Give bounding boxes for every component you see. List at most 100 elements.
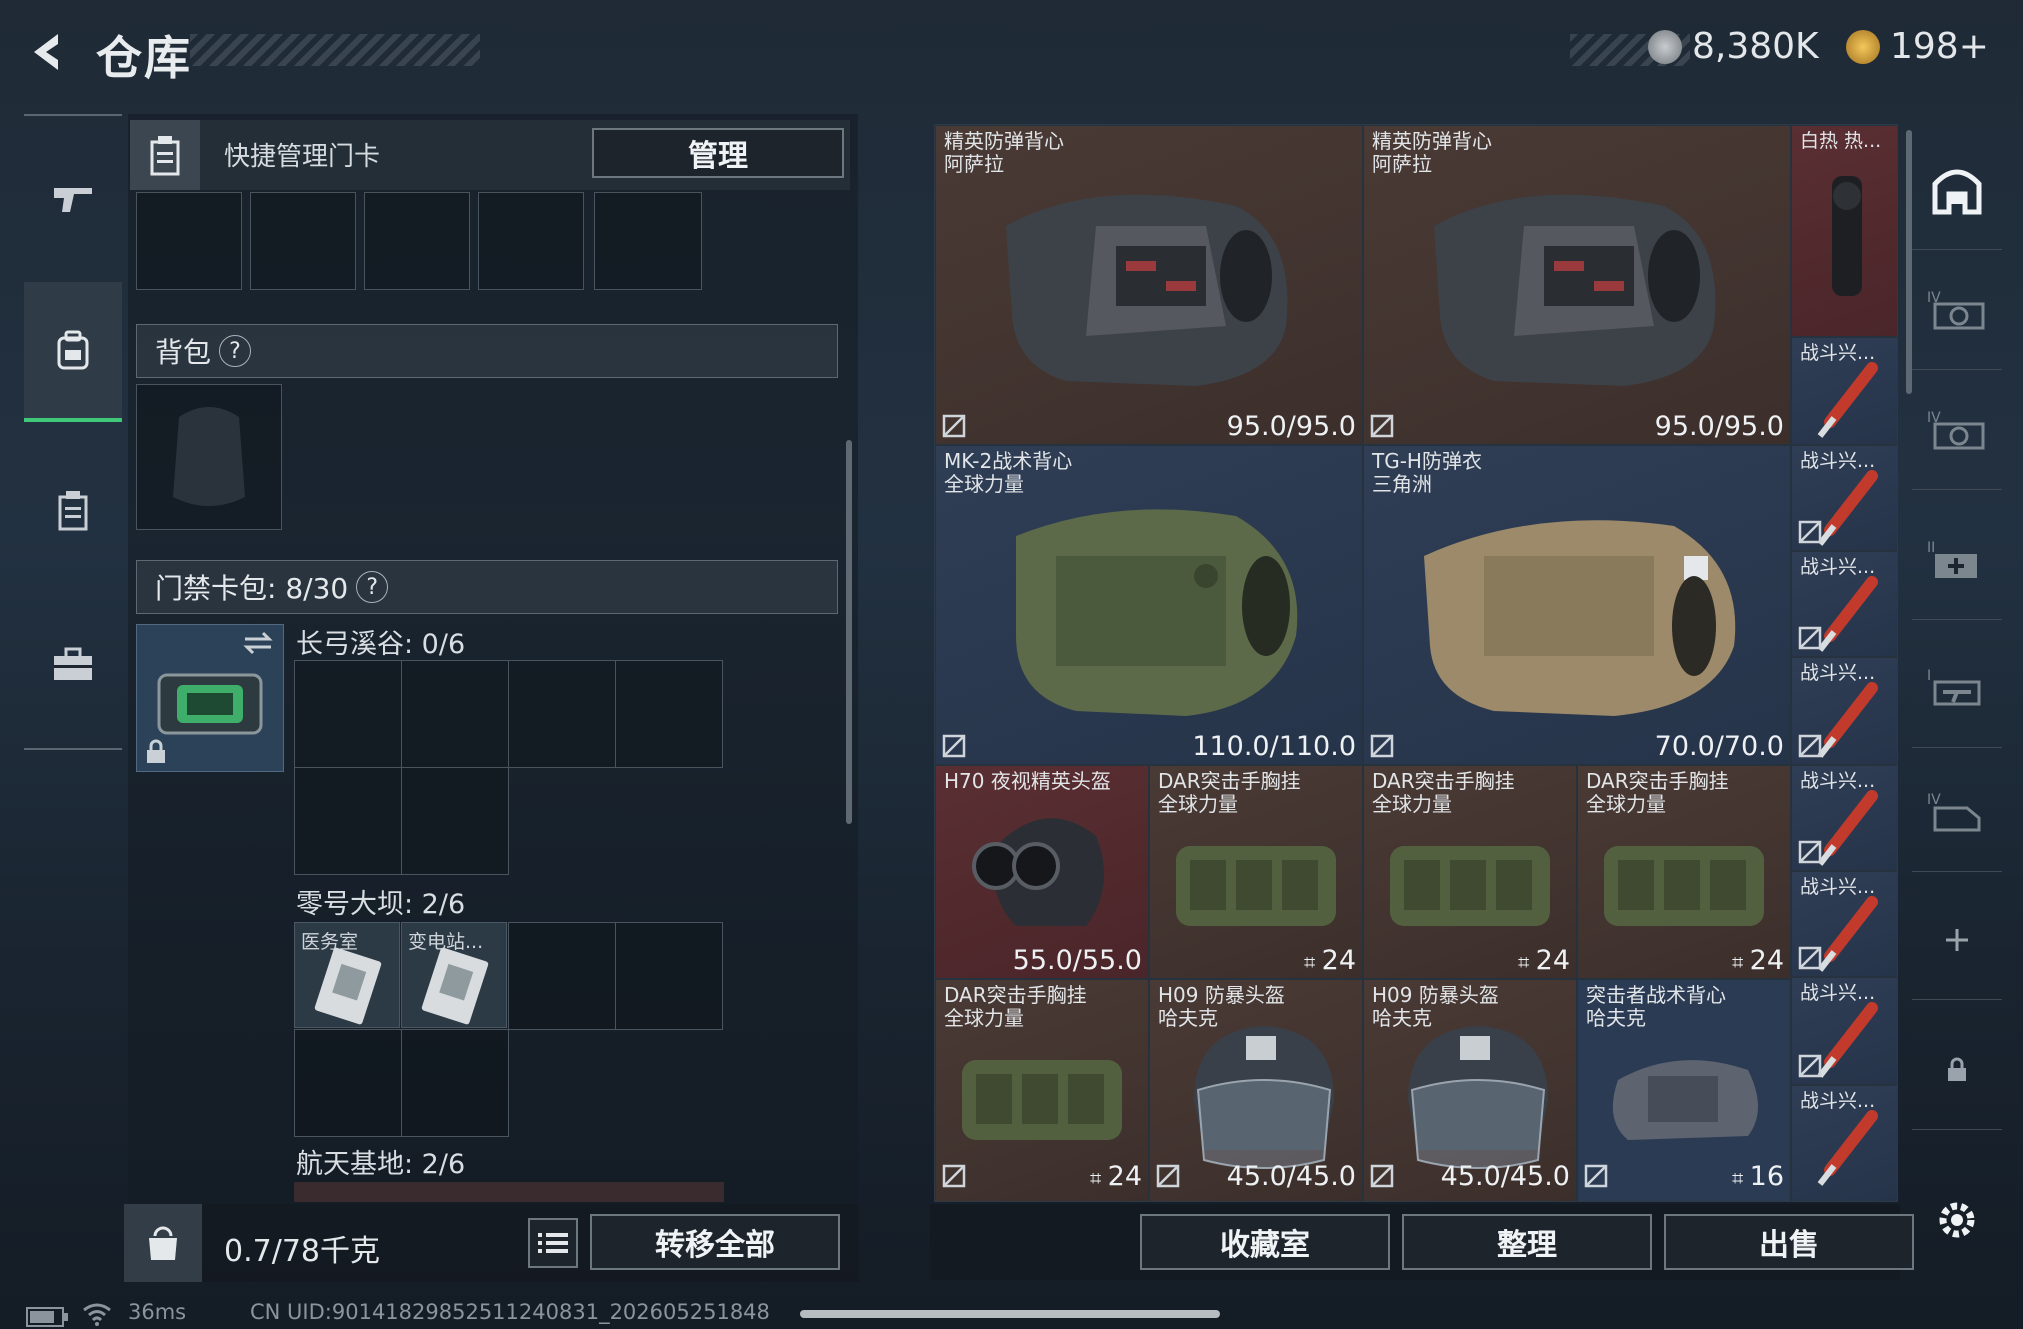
- keycard-slot[interactable]: [615, 922, 723, 1030]
- item-name: DAR突击手胸挂 全球力量: [1158, 769, 1301, 816]
- keycard-slot[interactable]: [615, 660, 723, 768]
- ping-text: 36ms: [128, 1300, 187, 1324]
- item-dar-rig[interactable]: DAR突击手胸挂 全球力量 ⌗ 24: [1149, 765, 1363, 979]
- item-h09-helmet[interactable]: H09 防暴头盔 哈夫克 45.0/45.0: [1149, 979, 1363, 1201]
- list-view-button[interactable]: [528, 1218, 578, 1268]
- item-name: DAR突击手胸挂 全球力量: [944, 983, 1087, 1030]
- item-elite-vest[interactable]: 精英防弹背心 阿萨拉 95.0/95.0: [1363, 125, 1791, 445]
- item-dar-rig[interactable]: DAR突击手胸挂 全球力量 ⌗ 24: [935, 979, 1149, 1201]
- item-flare[interactable]: 战斗兴...: [1791, 657, 1897, 765]
- filter-all-storage[interactable]: [1912, 130, 2002, 250]
- flare-image: [1817, 362, 1878, 438]
- nvg-helmet-image: [972, 818, 1104, 926]
- swap-icon[interactable]: [243, 631, 273, 655]
- keycard-slot[interactable]: [508, 660, 616, 768]
- item-name: 战斗兴...: [1800, 556, 1876, 578]
- manage-button[interactable]: 管理: [592, 128, 844, 178]
- item-flare[interactable]: 战斗兴...: [1791, 337, 1897, 445]
- keycard-pack-item[interactable]: [136, 624, 284, 772]
- keycard-medical[interactable]: 医务室: [294, 922, 400, 1028]
- item-name: H09 防暴头盔 哈夫克: [1158, 983, 1285, 1030]
- filter-category-medical[interactable]: II: [1912, 500, 2002, 620]
- back-arrow-icon[interactable]: [26, 30, 70, 74]
- item-name: 白热 热...: [1800, 130, 1882, 152]
- coin-icon: [1648, 29, 1682, 64]
- filter-category-ammo[interactable]: IV: [1912, 752, 2002, 872]
- keycard-slot[interactable]: [294, 660, 402, 768]
- body-armor-image: [1424, 520, 1736, 716]
- item-h09-helmet[interactable]: H09 防暴头盔 哈夫克 45.0/45.0: [1363, 979, 1577, 1201]
- help-icon[interactable]: ?: [356, 571, 389, 603]
- item-h70-helmet[interactable]: H70 夜视精英头盔 55.0/55.0: [935, 765, 1149, 979]
- flare-image: [1817, 896, 1878, 972]
- item-mk2-vest[interactable]: MK-2战术背心 全球力量 110.0/110.0: [935, 445, 1363, 765]
- settings-button[interactable]: [1912, 1160, 2002, 1280]
- nav-backpack[interactable]: [24, 282, 122, 422]
- item-flare[interactable]: 战斗兴...: [1791, 1085, 1897, 1201]
- backpack-slot[interactable]: [136, 384, 282, 530]
- quick-slot[interactable]: [594, 192, 702, 290]
- quick-slot[interactable]: [136, 192, 242, 290]
- help-icon[interactable]: ?: [219, 335, 252, 367]
- keycard-slot[interactable]: [508, 922, 616, 1030]
- capacity-value: 16: [1749, 1161, 1784, 1192]
- left-scrollbar[interactable]: [846, 440, 852, 824]
- item-assault-vest[interactable]: 突击者战术背心 哈夫克 ⌗ 16: [1577, 979, 1791, 1201]
- capacity-value: 24: [1107, 1161, 1142, 1192]
- wifi-icon: [83, 1303, 111, 1326]
- item-flare[interactable]: 战斗兴...: [1791, 871, 1897, 977]
- no-insure-icon: [1370, 1164, 1394, 1188]
- item-tgh-armor[interactable]: TG-H防弹衣 三角洲 70.0/70.0: [1363, 445, 1791, 765]
- collection-room-button[interactable]: 收藏室: [1140, 1214, 1390, 1270]
- item-flare[interactable]: 战斗兴...: [1791, 765, 1897, 871]
- storage-vault-icon: [1932, 169, 1982, 214]
- no-insure-icon: [942, 414, 966, 438]
- quick-slot[interactable]: [250, 192, 356, 290]
- chest-rig-image: [1176, 846, 1336, 926]
- item-dar-rig[interactable]: DAR突击手胸挂 全球力量 ⌗ 24: [1363, 765, 1577, 979]
- item-thermal-scope[interactable]: 白热 热...: [1791, 125, 1897, 337]
- capacity: ⌗ 24: [1518, 945, 1570, 976]
- keycard-slot[interactable]: [401, 1029, 509, 1137]
- item-name: 战斗兴...: [1800, 770, 1876, 792]
- add-storage-button[interactable]: [1912, 880, 2002, 1000]
- item-elite-vest[interactable]: 精英防弹背心 阿萨拉 95.0/95.0: [935, 125, 1363, 445]
- quick-slot[interactable]: [364, 192, 470, 290]
- home-indicator[interactable]: [800, 1310, 1220, 1318]
- item-name: MK-2战术背心 全球力量: [944, 449, 1073, 496]
- lock-icon: [1948, 1057, 1966, 1081]
- capacity: ⌗ 24: [1732, 945, 1784, 976]
- filter-category-gear[interactable]: IV: [1912, 370, 2002, 490]
- sort-button[interactable]: 整理: [1402, 1214, 1652, 1270]
- filter-category-gear[interactable]: IV: [1912, 250, 2002, 370]
- flare-image: [1817, 470, 1878, 546]
- keycard-row-partial: [294, 1182, 724, 1202]
- flare-image: [1817, 682, 1878, 758]
- durability: 45.0/45.0: [1440, 1161, 1570, 1192]
- keycard-slot[interactable]: [401, 767, 509, 875]
- item-name: 战斗兴...: [1800, 982, 1876, 1004]
- item-dar-rig[interactable]: DAR突击手胸挂 全球力量 ⌗ 24: [1577, 765, 1791, 979]
- nav-weapon[interactable]: [24, 128, 122, 268]
- no-insure-icon: [1798, 1054, 1822, 1078]
- keycard-slot[interactable]: [294, 1029, 402, 1137]
- item-name: 突击者战术背心 哈夫克: [1586, 983, 1726, 1030]
- durability: 95.0/95.0: [1226, 411, 1356, 442]
- no-insure-icon: [1156, 1164, 1180, 1188]
- item-flare[interactable]: 战斗兴...: [1791, 551, 1897, 657]
- keycard-slot[interactable]: [401, 660, 509, 768]
- filter-category-weapon[interactable]: I: [1912, 628, 2002, 748]
- svg-text:I: I: [1927, 668, 1931, 684]
- currency-tokens[interactable]: 198+: [1846, 26, 1989, 67]
- lock-storage-button[interactable]: [1912, 1010, 2002, 1130]
- sell-button[interactable]: 出售: [1664, 1214, 1914, 1270]
- token-icon: [1846, 29, 1880, 64]
- nav-keycard[interactable]: [24, 440, 122, 580]
- transfer-all-button[interactable]: 转移全部: [590, 1214, 840, 1270]
- item-flare[interactable]: 战斗兴...: [1791, 445, 1897, 551]
- keycard-slot[interactable]: [294, 767, 402, 875]
- quick-slot[interactable]: [478, 192, 584, 290]
- item-flare[interactable]: 战斗兴...: [1791, 977, 1897, 1085]
- keycard-substation[interactable]: 变电站...: [401, 922, 507, 1028]
- nav-case[interactable]: [24, 594, 122, 734]
